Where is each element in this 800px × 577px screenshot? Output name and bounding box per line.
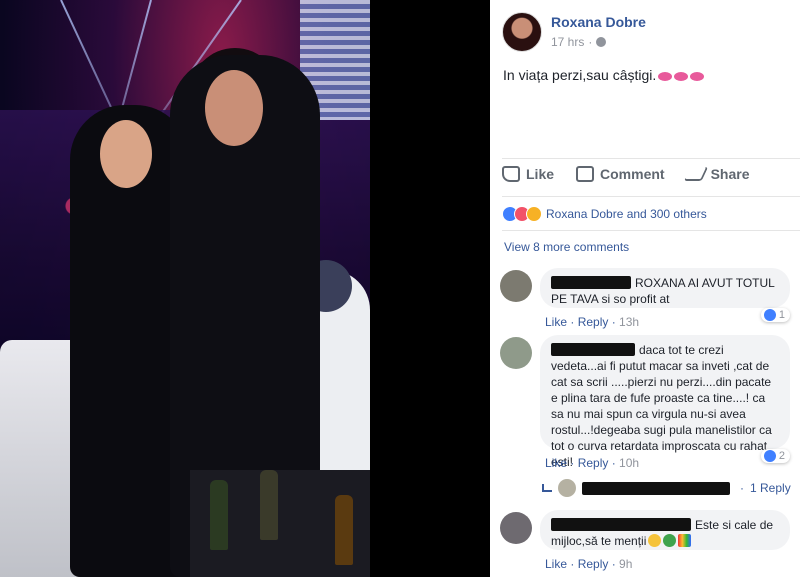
wow-reaction-icon (526, 206, 542, 222)
comment-like-count[interactable]: 2 (760, 449, 790, 463)
comment-actions: Like · Reply · 10h (545, 456, 640, 470)
comment-like-count[interactable]: 1 (760, 308, 790, 322)
comment-actions: Like · Reply · 13h (545, 315, 640, 329)
share-button[interactable]: Share (683, 166, 750, 182)
redacted-name (551, 518, 691, 531)
post-panel: Roxana Dobre 17 hrs · In viața perzi,sau… (490, 0, 800, 577)
comment-reply-link[interactable]: Reply (578, 456, 609, 470)
divider (502, 158, 800, 159)
comment-time: 13h (619, 315, 640, 329)
comment-like-link[interactable]: Like (545, 557, 567, 571)
like-icon (502, 166, 520, 182)
commenter-avatar[interactable] (500, 512, 532, 544)
kiss-icon (658, 71, 673, 81)
comment: daca tot te crezi vedeta...ai fi putut m… (500, 335, 790, 475)
replies-count[interactable]: 1 Reply (750, 481, 791, 495)
author-name[interactable]: Roxana Dobre (551, 14, 646, 30)
post-meta: 17 hrs · (551, 35, 646, 49)
comment-bubble: daca tot te crezi vedeta...ai fi putut m… (540, 335, 790, 469)
reply-avatar (558, 479, 576, 497)
share-label: Share (710, 166, 750, 182)
view-more-comments[interactable]: View 8 more comments (504, 240, 629, 254)
comment-text: daca tot te crezi vedeta...ai fi putut m… (551, 343, 772, 469)
comment-icon (576, 166, 595, 182)
like-reaction-icon (763, 309, 776, 321)
comment-like-count-value: 2 (778, 450, 785, 462)
like-button[interactable]: Like (502, 166, 554, 182)
divider (502, 230, 800, 231)
comment-bubble: Este si cale de mijloc,să te menții (540, 510, 790, 550)
woman-left-face (100, 120, 152, 188)
action-bar: Like Comment Share (502, 166, 750, 182)
reactions-text: Roxana Dobre and 300 others (546, 207, 707, 221)
post-photo[interactable] (0, 0, 370, 577)
kiss-icon (690, 71, 705, 81)
comment-like-link[interactable]: Like (545, 315, 567, 329)
comment-like-count-value: 1 (778, 309, 785, 321)
bottle (260, 470, 278, 540)
comment-reply-link[interactable]: Reply (578, 315, 609, 329)
author-avatar[interactable] (502, 12, 542, 52)
like-reaction-icon (763, 450, 776, 462)
comment: Este si cale de mijloc,să te menții Like… (500, 510, 790, 572)
bottle (335, 495, 353, 565)
divider (502, 196, 800, 197)
reactions-summary[interactable]: Roxana Dobre and 300 others (502, 206, 707, 222)
comment-bubble: ROXANA AI AVUT TOTUL PE TAVA si so profi… (540, 268, 790, 308)
photo-viewer (0, 0, 490, 577)
bottle (210, 480, 228, 550)
redacted-name (582, 481, 730, 495)
like-label: Like (526, 166, 555, 182)
post-time[interactable]: 17 hrs (551, 35, 584, 49)
commenter-avatar[interactable] (500, 337, 532, 369)
share-icon (683, 167, 708, 181)
reply-arrow-icon (542, 484, 552, 492)
rainbow-emoji-icon (678, 534, 692, 547)
post-header: Roxana Dobre 17 hrs · (502, 12, 646, 52)
comment-label: Comment (600, 166, 665, 182)
replies-link[interactable]: · 1 Reply (542, 479, 791, 497)
comment-button[interactable]: Comment (576, 166, 665, 182)
post-text: In viața perzi,sau câștigi. (503, 67, 705, 83)
clover-emoji-icon (663, 534, 677, 547)
redacted-name (551, 276, 631, 289)
comment-reply-link[interactable]: Reply (578, 557, 609, 571)
redacted-name (551, 343, 635, 356)
comment: ROXANA AI AVUT TOTUL PE TAVA si so profi… (500, 268, 790, 330)
smile-emoji-icon (648, 534, 662, 547)
kiss-icon (674, 71, 689, 81)
woman-right-face (205, 70, 263, 146)
comment-like-link[interactable]: Like (545, 456, 567, 470)
comment-actions: Like · Reply · 9h (545, 557, 633, 571)
globe-icon (596, 37, 607, 47)
comment-time: 9h (619, 557, 633, 571)
comment-time: 10h (619, 456, 640, 470)
commenter-avatar[interactable] (500, 270, 532, 302)
post-text-content: In viața perzi,sau câștigi. (503, 67, 657, 83)
